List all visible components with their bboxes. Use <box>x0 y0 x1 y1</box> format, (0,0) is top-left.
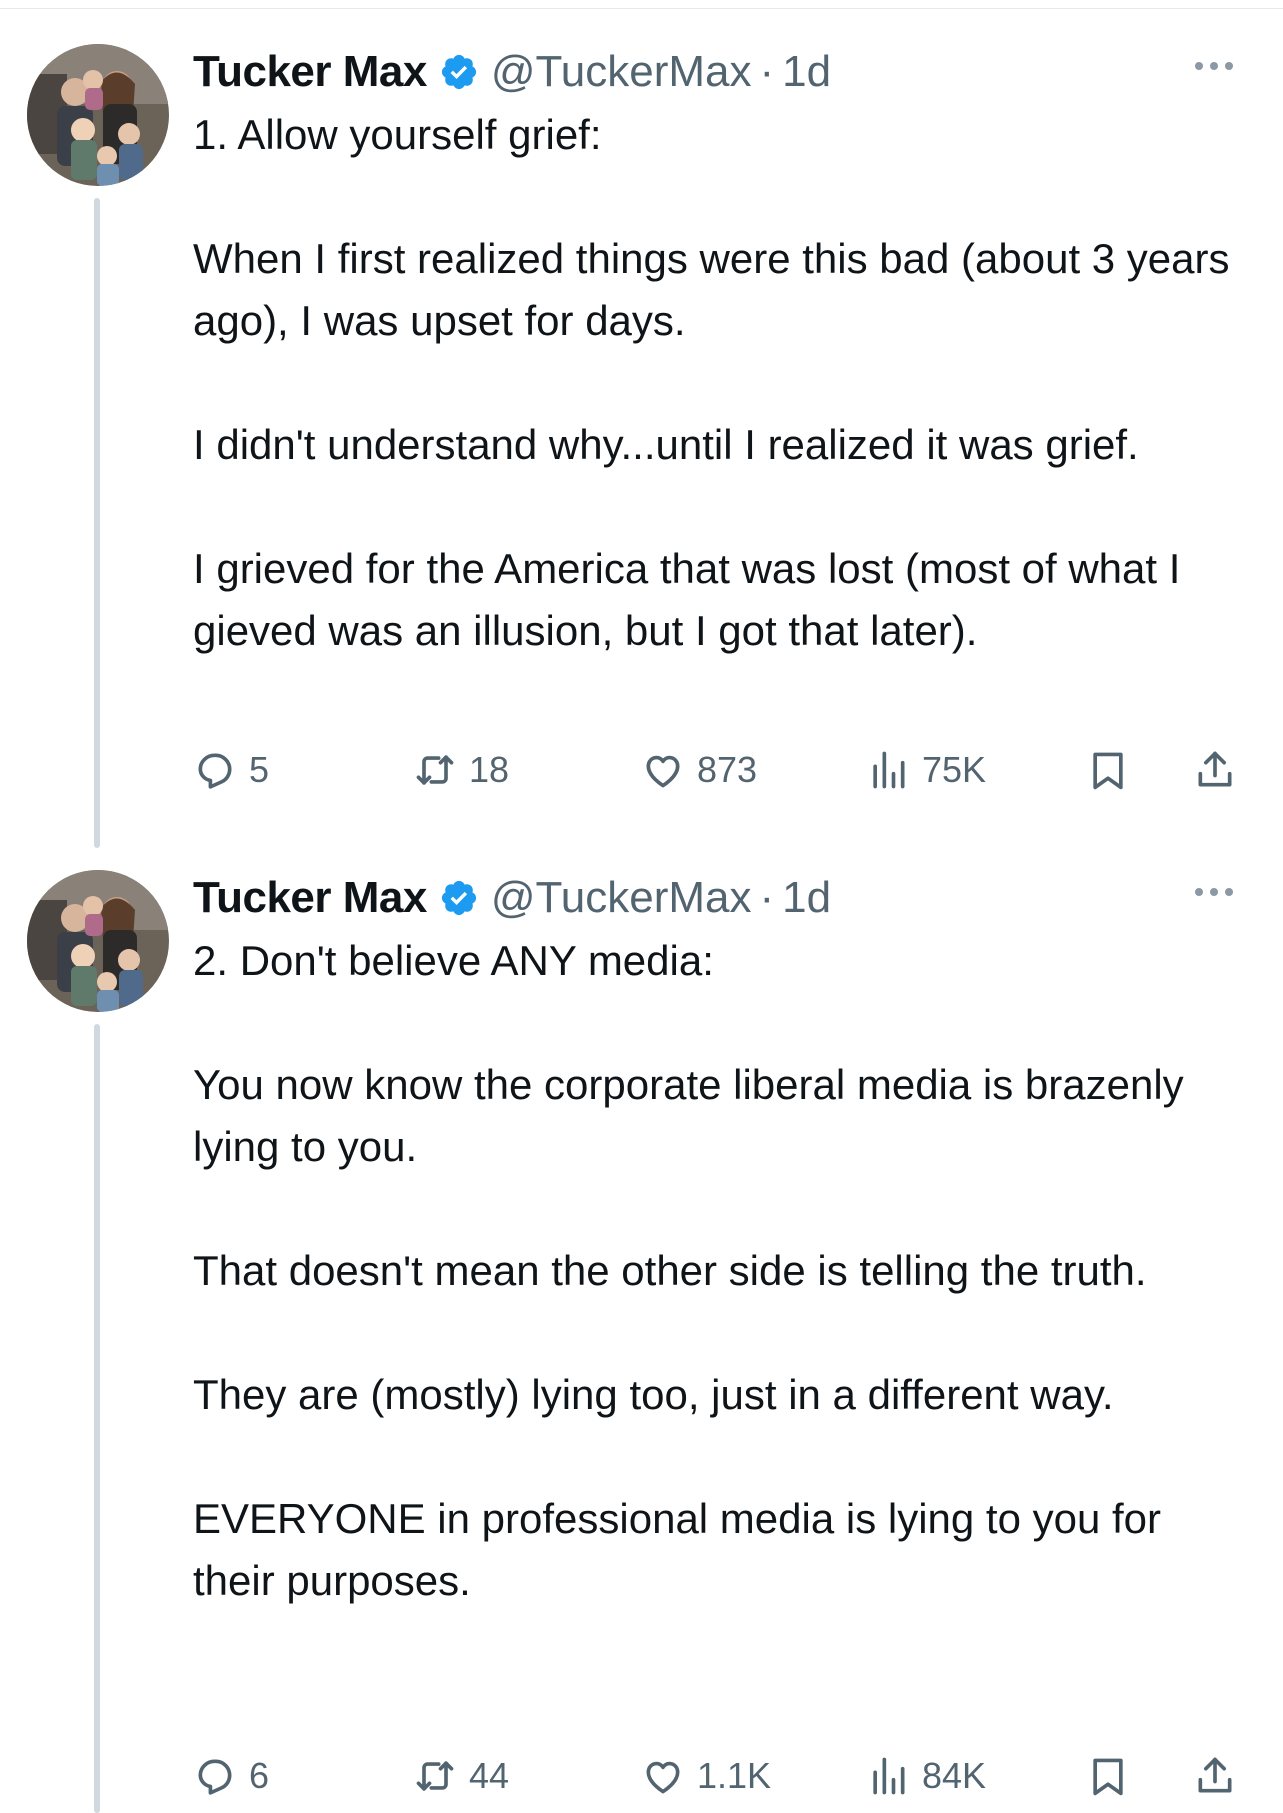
bookmark-icon <box>1086 748 1130 792</box>
reply-icon <box>193 1754 237 1798</box>
tweet-paragraph: That doesn't mean the other side is tell… <box>193 1247 1147 1294</box>
tweet[interactable]: Tucker Max @TuckerMax · 1d 2. Don't beli… <box>0 866 1283 1813</box>
tweet-content: Tucker Max @TuckerMax · 1d 1. Allow your… <box>193 40 1253 662</box>
tweet-text: 2. Don't believe ANY media: You now know… <box>193 930 1253 1612</box>
bookmark-button[interactable] <box>1086 740 1130 800</box>
tweet-paragraph: 1. Allow yourself grief: <box>193 111 602 158</box>
like-count: 873 <box>697 749 758 790</box>
tweet-header: Tucker Max @TuckerMax · 1d <box>193 866 1253 930</box>
author-name[interactable]: Tucker Max <box>193 40 427 104</box>
bookmark-icon <box>1086 1754 1130 1798</box>
repost-button[interactable]: 18 <box>413 740 509 800</box>
timestamp[interactable]: 1d <box>782 40 831 104</box>
tweet-paragraph: I grieved for the America that was lost … <box>193 545 1181 654</box>
views-count: 84K <box>922 1755 987 1796</box>
like-button[interactable]: 1.1K <box>641 1746 771 1806</box>
views-icon <box>866 1754 910 1798</box>
repost-count: 18 <box>469 749 510 790</box>
thread-connector-line <box>94 198 100 848</box>
author-name[interactable]: Tucker Max <box>193 866 427 930</box>
tweet-paragraph: You now know the corporate liberal media… <box>193 1061 1184 1170</box>
separator-dot: · <box>759 47 775 96</box>
reply-icon <box>193 748 237 792</box>
tweet-actions: 5 18 873 75K <box>193 740 1253 800</box>
like-button[interactable]: 873 <box>641 740 757 800</box>
avatar[interactable] <box>27 870 169 1012</box>
repost-icon <box>413 1754 457 1798</box>
views-count: 75K <box>922 749 987 790</box>
verified-badge-icon <box>439 52 479 92</box>
thread-connector-line <box>94 1024 100 1813</box>
share-button[interactable] <box>1193 740 1237 800</box>
tweet-text: 1. Allow yourself grief: When I first re… <box>193 104 1253 662</box>
share-button[interactable] <box>1193 1746 1237 1806</box>
views-icon <box>866 748 910 792</box>
separator-dot: · <box>759 873 775 922</box>
like-count: 1.1K <box>697 1755 772 1796</box>
more-icon[interactable] <box>1195 888 1233 896</box>
tweet-paragraph: They are (mostly) lying too, just in a d… <box>193 1371 1114 1418</box>
share-icon <box>1193 1754 1237 1798</box>
tweet-header: Tucker Max @TuckerMax · 1d <box>193 40 1253 104</box>
tweet-paragraph: I didn't understand why...until I realiz… <box>193 421 1139 468</box>
avatar[interactable] <box>27 44 169 186</box>
like-icon <box>641 1754 685 1798</box>
like-icon <box>641 748 685 792</box>
repost-count: 44 <box>469 1755 510 1796</box>
tweet-paragraph: 2. Don't believe ANY media: <box>193 937 714 984</box>
reply-count: 5 <box>249 749 270 790</box>
verified-badge-icon <box>439 878 479 918</box>
tweet-actions: 6 44 1.1K 84K <box>193 1746 1253 1806</box>
repost-icon <box>413 748 457 792</box>
repost-button[interactable]: 44 <box>413 1746 509 1806</box>
views-button[interactable]: 84K <box>866 1746 986 1806</box>
share-icon <box>1193 748 1237 792</box>
author-handle[interactable]: @TuckerMax <box>491 866 752 930</box>
author-handle[interactable]: @TuckerMax <box>491 40 752 104</box>
reply-button[interactable]: 6 <box>193 1746 269 1806</box>
top-divider <box>0 8 1283 9</box>
views-button[interactable]: 75K <box>866 740 986 800</box>
timestamp[interactable]: 1d <box>782 866 831 930</box>
bookmark-button[interactable] <box>1086 1746 1130 1806</box>
reply-count: 6 <box>249 1755 270 1796</box>
tweet-paragraph: EVERYONE in professional media is lying … <box>193 1495 1162 1604</box>
tweet-content: Tucker Max @TuckerMax · 1d 2. Don't beli… <box>193 866 1253 1612</box>
reply-button[interactable]: 5 <box>193 740 269 800</box>
tweet[interactable]: Tucker Max @TuckerMax · 1d 1. Allow your… <box>0 40 1283 848</box>
tweet-paragraph: When I first realized things were this b… <box>193 235 1230 344</box>
more-icon[interactable] <box>1195 62 1233 70</box>
